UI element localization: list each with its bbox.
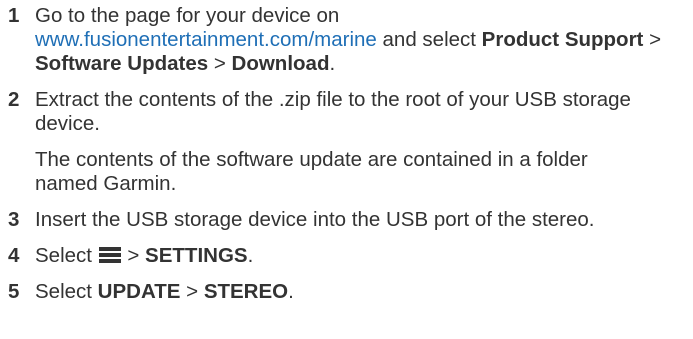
menu-product-support: Product Support xyxy=(481,28,644,51)
step-5: 5 Select UPDATE > STEREO. xyxy=(8,280,688,304)
step-3: 3 Insert the USB storage device into the… xyxy=(8,208,655,232)
menu-download: Download xyxy=(231,52,330,75)
step-text: and select xyxy=(376,28,482,51)
step-text: Select xyxy=(35,244,98,267)
step-text: Extract the contents of the .zip file to… xyxy=(35,88,631,135)
step-text: Select xyxy=(35,280,98,303)
menu-settings: SETTINGS xyxy=(145,244,248,267)
step-4: 4 Select > SETTINGS. xyxy=(8,244,688,268)
step-number: 1 xyxy=(8,4,20,27)
menu-separator: > xyxy=(121,244,146,267)
marine-link[interactable]: www.fusionentertainment.com/marine xyxy=(35,28,377,51)
menu-update: UPDATE xyxy=(97,280,181,303)
menu-separator: > xyxy=(208,52,232,75)
step-number: 2 xyxy=(8,88,20,111)
menu-separator: > xyxy=(180,280,204,303)
step-number: 3 xyxy=(8,208,20,231)
step-2: 2 Extract the contents of the .zip file … xyxy=(8,88,655,196)
step-text-end: . xyxy=(288,280,294,303)
menu-software-updates: Software Updates xyxy=(35,52,209,75)
step-note: The contents of the software update are … xyxy=(35,148,588,195)
step-1: 1 Go to the page for your device on www.… xyxy=(8,4,688,76)
step-text-end: . xyxy=(247,244,254,267)
menu-icon xyxy=(98,247,121,263)
steps-list: 1 Go to the page for your device on www.… xyxy=(8,4,688,304)
step-text: Go to the page for your device on xyxy=(35,4,340,27)
step-text: Insert the USB storage device into the U… xyxy=(35,208,595,231)
step-number: 5 xyxy=(8,280,20,303)
menu-separator: > xyxy=(643,28,662,51)
step-text-end: . xyxy=(329,52,336,75)
step-number: 4 xyxy=(8,244,20,267)
menu-stereo: STEREO xyxy=(203,280,289,303)
